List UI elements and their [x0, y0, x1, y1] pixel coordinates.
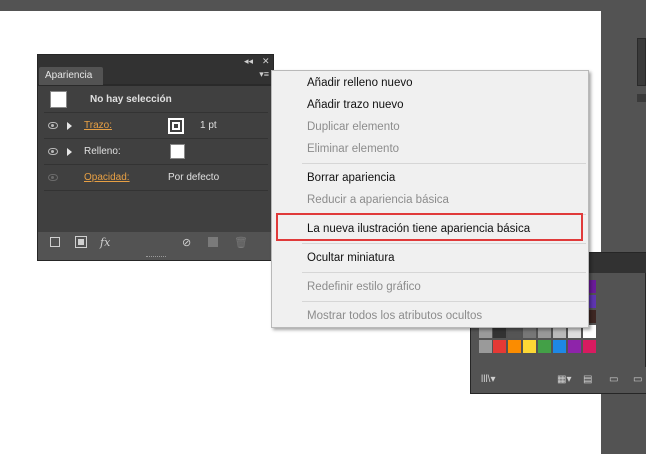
opacity-label[interactable]: Opacidad:	[84, 166, 130, 190]
swatch-cell[interactable]	[553, 340, 566, 353]
highlight-annotation-box	[276, 213, 583, 241]
panel-footer: fx ⊘ 🗑	[38, 232, 273, 256]
selection-label: No hay selección	[90, 94, 172, 105]
panel-menu-icon[interactable]: ▾≡	[259, 69, 269, 80]
menu-item-redefine-graphic-style[interactable]: Redefinir estilo gráfico	[273, 277, 587, 297]
stroke-weight-value[interactable]: 1 pt	[200, 114, 217, 138]
opacity-value: Por defecto	[168, 172, 220, 183]
menu-separator	[302, 301, 586, 302]
workspace-top-strip	[0, 0, 646, 11]
dock-collapsed-panel-button-2[interactable]	[637, 94, 646, 102]
opacity-row[interactable]: Opacidad: Por defecto	[44, 166, 268, 191]
menu-separator	[302, 243, 586, 244]
swatch-cell[interactable]	[538, 340, 551, 353]
visibility-eye-icon[interactable]	[48, 174, 58, 181]
duplicate-item-icon[interactable]	[208, 237, 218, 247]
swatch-cell[interactable]	[523, 340, 536, 353]
tab-apariencia[interactable]: Apariencia	[39, 67, 103, 85]
menu-item-reduce-to-basic[interactable]: Reducir a apariencia básica	[273, 190, 587, 210]
swatch-options-icon[interactable]: ▤	[583, 374, 592, 386]
panel-tab-bar: Apariencia ▾≡	[38, 67, 273, 85]
appearance-list: No hay selección Trazo: 1 pt Relleno: Op…	[38, 85, 273, 232]
fill-swatch[interactable]	[170, 144, 185, 159]
menu-item-show-all-hidden-attributes[interactable]: Mostrar todos los atributos ocultos	[273, 306, 587, 326]
add-effect-icon[interactable]: fx	[100, 237, 110, 249]
expand-triangle-icon[interactable]	[67, 122, 72, 130]
swatch-cell[interactable]	[508, 340, 521, 353]
show-swatch-kinds-icon[interactable]: ▦▾	[557, 374, 571, 386]
menu-item-clear-appearance[interactable]: Borrar apariencia	[273, 168, 587, 188]
delete-item-icon[interactable]: 🗑	[234, 237, 248, 249]
menu-item-remove-item[interactable]: Eliminar elemento	[273, 139, 587, 159]
selection-row[interactable]: No hay selección	[44, 88, 268, 113]
new-swatch-icon[interactable]: ▭	[633, 374, 642, 386]
swatch-cell[interactable]	[568, 340, 581, 353]
stroke-label[interactable]: Trazo:	[84, 114, 112, 138]
menu-item-add-new-fill[interactable]: Añadir relleno nuevo	[273, 73, 587, 93]
color-group-folder-icon[interactable]	[479, 340, 492, 353]
menu-item-duplicate-item[interactable]: Duplicar elemento	[273, 117, 587, 137]
collapse-panel-icon[interactable]: ◂◂	[244, 55, 253, 67]
swatch-cell[interactable]	[583, 340, 596, 353]
menu-item-add-new-stroke[interactable]: Añadir trazo nuevo	[273, 95, 587, 115]
stroke-swatch[interactable]	[168, 118, 184, 134]
close-panel-icon[interactable]: ✕	[262, 55, 270, 67]
visibility-eye-icon[interactable]	[48, 122, 58, 129]
appearance-panel-menu: Añadir relleno nuevo Añadir trazo nuevo …	[271, 70, 589, 328]
menu-item-hide-thumbnail[interactable]: Ocultar miniatura	[273, 248, 587, 268]
expand-triangle-icon[interactable]	[67, 148, 72, 156]
selection-thumbnail	[50, 91, 67, 108]
appearance-panel: ◂◂ ✕ Apariencia ▾≡ No hay selección Traz…	[37, 54, 274, 261]
fill-row[interactable]: Relleno:	[44, 140, 268, 165]
dock-collapsed-panel-button[interactable]	[637, 38, 646, 86]
visibility-eye-icon[interactable]	[48, 148, 58, 155]
add-new-stroke-icon[interactable]	[50, 237, 60, 247]
swatch-libraries-icon[interactable]: lll\▾	[481, 374, 495, 386]
stroke-row[interactable]: Trazo: 1 pt	[44, 114, 268, 139]
menu-separator	[302, 163, 586, 164]
swatches-footer: lll\▾ ▦▾ ▤ ▭ ▭	[471, 367, 646, 393]
fill-label: Relleno:	[84, 146, 121, 157]
clear-appearance-icon[interactable]: ⊘	[182, 237, 191, 249]
swatch-cell[interactable]	[493, 340, 506, 353]
panel-title-bar[interactable]: ◂◂ ✕	[38, 55, 273, 67]
panel-resize-grip[interactable]	[146, 256, 166, 259]
new-color-group-icon[interactable]: ▭	[609, 374, 618, 386]
add-new-fill-icon[interactable]	[75, 236, 87, 248]
menu-separator	[302, 272, 586, 273]
